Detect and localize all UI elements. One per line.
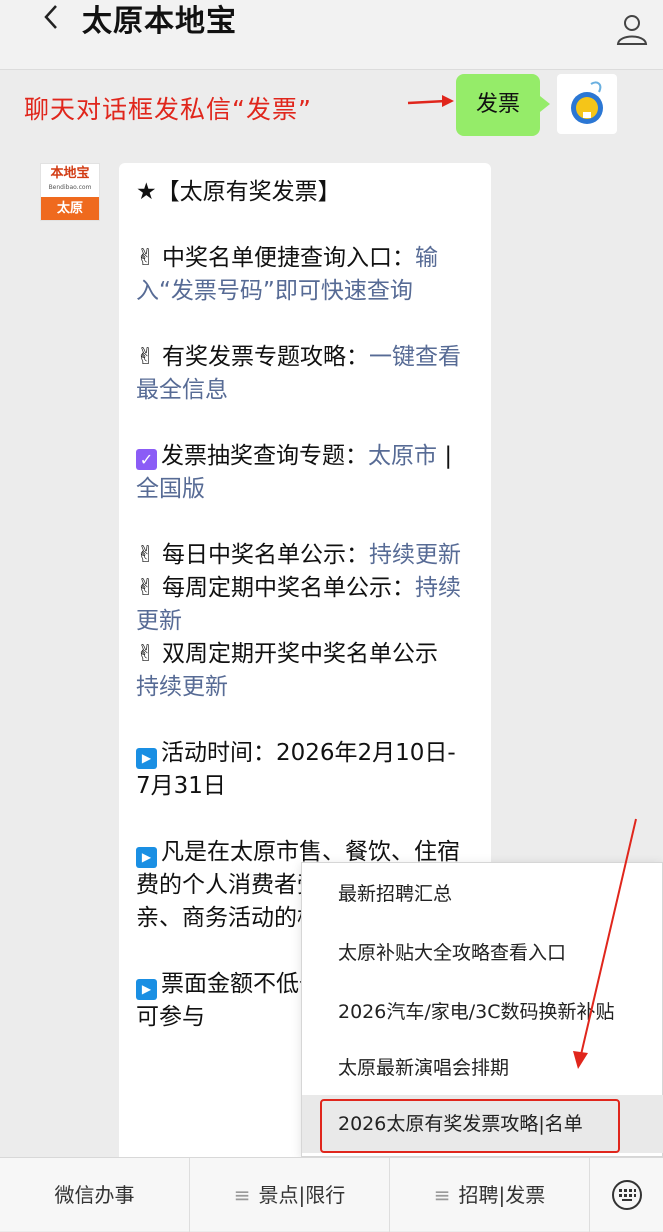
lightbulb-icon [571,81,603,124]
victory-hand-icon: ✌ [136,245,156,271]
play-icon: ▶ [136,979,157,1000]
line-daily-winners: ✌ 每日中奖名单公示：持续更新 [136,539,469,572]
line-topic-guide: ✌ 有奖发票专题攻略：一键查看最全信息 [136,341,469,407]
user-avatar[interactable] [557,74,617,134]
victory-hand-icon: ✌ [136,344,156,370]
pointer-arrow-icon [573,818,637,1069]
link-biweekly-winners[interactable]: 持续更新 [136,674,228,700]
checkbox-icon: ✓ [136,449,157,470]
bendibao-logo[interactable]: 本地宝 Bendibao.com 太原 [40,163,100,221]
menu-lines-icon: ≡ [433,1183,451,1207]
page-title: 太原本地宝 [82,4,237,39]
tab-label: 微信办事 [54,1183,135,1207]
tab-label: 景点|限行 [258,1183,346,1207]
victory-hand-icon: ✌ [136,542,156,568]
logo-main-text: 本地宝 [50,166,90,181]
top-header: 太原本地宝 [0,0,663,70]
instruction-text: 聊天对话框发私信“发票” [24,95,312,124]
keyboard-icon[interactable] [611,1179,643,1211]
tab-wechat-services[interactable]: 微信办事 [0,1158,190,1232]
logo-sub-text: Bendibao.com [48,184,92,191]
chevron-left-icon[interactable] [38,0,66,36]
logo-city-text: 太原 [41,197,99,220]
play-icon: ▶ [136,847,157,868]
line-activity-time: ▶ 活动时间：2026年2月10日-7月31日 [136,740,456,799]
link-taiyuan[interactable]: 太原市 [368,443,437,469]
menu-item-invoice[interactable]: 2026太原有奖发票攻略|名单 [302,1095,663,1153]
line-weekly-winners: ✌ 每周定期中奖名单公示：持续更新 [136,572,469,638]
victory-hand-icon: ✌ [136,575,156,601]
link-national[interactable]: 全国版 [136,476,205,502]
line-biweekly-winners: ✌ 双周定期开奖中奖名单公示 持续更新 [136,638,469,704]
menu-item-invoice-label: 2026太原有奖发票攻略|名单 [338,1113,583,1135]
bottom-menu-bar: 微信办事 ≡ 景点|限行 ≡ 招聘|发票 [0,1157,663,1232]
victory-hand-icon: ✌ [136,641,156,667]
line-lottery-query: ✓ 发票抽奖查询专题：太原市 | 全国版 [136,443,453,502]
arrow-right-icon [407,95,454,107]
menu-lines-icon: ≡ [233,1183,251,1207]
link-daily-winners[interactable]: 持续更新 [369,542,461,568]
tab-jobs-invoices[interactable]: ≡ 招聘|发票 [390,1158,590,1232]
message-title: ★【太原有奖发票】 [136,179,341,205]
tab-attractions[interactable]: ≡ 景点|限行 [190,1158,390,1232]
tab-label: 招聘|发票 [458,1183,546,1207]
play-icon: ▶ [136,748,157,769]
user-icon[interactable] [615,12,649,46]
sent-message-bubble[interactable]: 发票 [456,74,550,136]
line-query-entry: ✌ 中奖名单便捷查询入口：输入“发票号码”即可快速查询 [136,242,469,308]
